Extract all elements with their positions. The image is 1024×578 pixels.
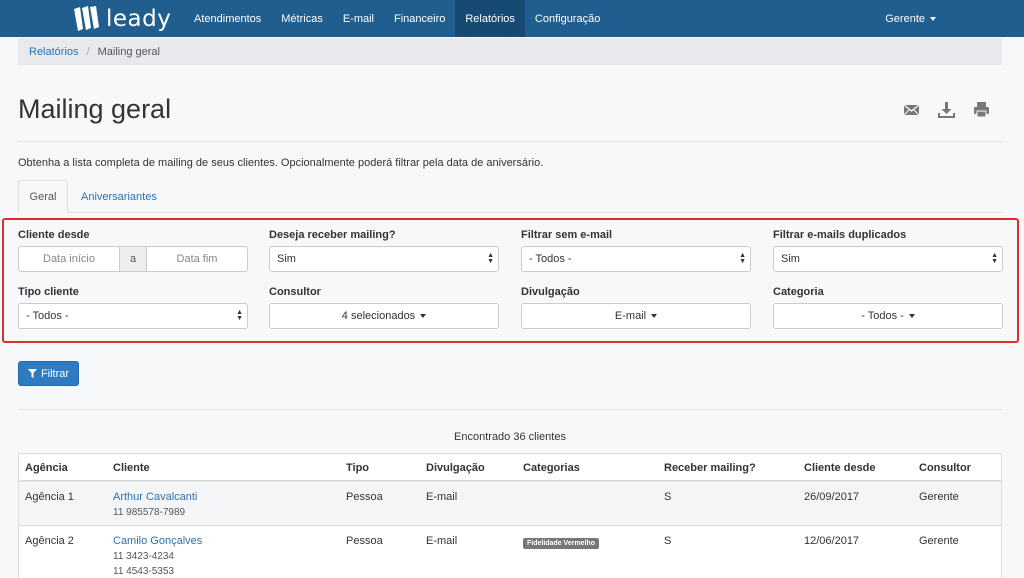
col-cliente-desde: Cliente desde xyxy=(804,462,876,474)
results-divider xyxy=(18,409,1002,410)
cliente-desde-range: Data início a Data fim xyxy=(18,246,248,272)
emails-duplicados-value: Sim xyxy=(781,253,800,265)
sem-email-value: - Todos - xyxy=(529,253,572,265)
receber-mailing-select[interactable]: Sim ▲ ▼ xyxy=(269,246,499,272)
client-link[interactable]: Camilo Gonçalves xyxy=(113,535,202,547)
col-consultor: Consultor xyxy=(919,462,971,474)
consultor-multiselect[interactable]: 4 selecionados xyxy=(269,303,499,329)
chevron-down-icon xyxy=(651,314,658,318)
cell-receber: S xyxy=(664,535,672,547)
receber-mailing-value: Sim xyxy=(277,253,296,265)
breadcrumb: Relatórios / Mailing geral xyxy=(18,38,1002,65)
emails-duplicados-select[interactable]: Sim ▲ ▼ xyxy=(773,246,1003,272)
results-count: Encontrado 36 clientes xyxy=(454,431,566,443)
cell-cliente: Arthur Cavalcanti 11 985578-7989 xyxy=(113,491,197,518)
category-badge: Fidelidade Vermelho xyxy=(523,538,600,549)
divulgacao-label: Divulgação xyxy=(521,286,580,298)
cell-agencia: Agência 2 xyxy=(25,535,74,547)
date-end-input[interactable]: Data fim xyxy=(146,246,248,272)
filter-icon xyxy=(27,369,37,378)
cliente-desde-label: Cliente desde xyxy=(18,229,90,241)
categoria-label: Categoria xyxy=(773,286,824,298)
divulgacao-multiselect[interactable]: E-mail xyxy=(521,303,751,329)
date-start-input[interactable]: Data início xyxy=(18,246,120,272)
col-agencia: Agência xyxy=(25,462,68,474)
clients-table: Agência Cliente Tipo Divulgação Categori… xyxy=(18,453,1002,578)
page-description: Obtenha a lista completa de mailing de s… xyxy=(18,157,544,169)
col-receber-mailing: Receber mailing? xyxy=(664,462,756,474)
nav-financeiro[interactable]: Financeiro xyxy=(384,0,455,37)
col-divulgacao: Divulgação xyxy=(426,462,485,474)
user-menu[interactable]: Gerente xyxy=(885,0,936,37)
filter-button[interactable]: Filtrar xyxy=(18,361,79,386)
table-row: Agência 2 Camilo Gonçalves 11 3423-4234 … xyxy=(19,527,1001,578)
date-range-addon: a xyxy=(120,246,146,272)
select-arrows-icon: ▲ ▼ xyxy=(739,252,746,265)
cell-divulgacao: E-mail xyxy=(426,491,458,503)
cell-categorias: Fidelidade Vermelho xyxy=(523,536,600,549)
report-tabs: Geral Aniversariantes xyxy=(18,180,1002,213)
download-icon[interactable] xyxy=(938,101,955,118)
categoria-value: - Todos - xyxy=(861,310,904,322)
nav-relatorios[interactable]: Relatórios xyxy=(455,0,525,37)
cell-cliente: Camilo Gonçalves 11 3423-4234 11 4543-53… xyxy=(113,535,202,577)
col-categorias: Categorias xyxy=(523,462,580,474)
tipo-cliente-select[interactable]: - Todos - ▲ ▼ xyxy=(18,303,248,329)
breadcrumb-separator: / xyxy=(86,45,90,58)
tab-geral[interactable]: Geral xyxy=(18,180,68,213)
cell-desde: 26/09/2017 xyxy=(804,491,860,503)
divulgacao-value: E-mail xyxy=(614,310,647,322)
col-cliente: Cliente xyxy=(113,462,150,474)
chevron-down-icon xyxy=(908,314,915,318)
tab-aniversariantes[interactable]: Aniversariantes xyxy=(69,180,169,213)
top-navbar: leady Atendimentos Métricas E-mail Finan… xyxy=(0,0,1024,37)
filter-button-label: Filtrar xyxy=(40,367,70,380)
cell-desde: 12/06/2017 xyxy=(804,535,860,547)
page-actions xyxy=(903,101,990,118)
table-row: Agência 1 Arthur Cavalcanti 11 985578-79… xyxy=(19,483,1001,526)
col-tipo: Tipo xyxy=(346,462,370,474)
cell-divulgacao: E-mail xyxy=(426,535,458,547)
sem-email-select[interactable]: - Todos - ▲ ▼ xyxy=(521,246,751,272)
cell-consultor: Gerente xyxy=(919,491,959,503)
cell-receber: S xyxy=(664,491,672,503)
sem-email-label: Filtrar sem e-mail xyxy=(521,229,613,241)
cell-tipo: Pessoa xyxy=(346,491,383,503)
receber-mailing-label: Deseja receber mailing? xyxy=(269,229,396,241)
nav-email[interactable]: E-mail xyxy=(333,0,384,37)
client-phone: 11 985578-7989 xyxy=(113,507,186,518)
email-icon[interactable] xyxy=(903,101,920,118)
client-phone: 11 4543-5353 xyxy=(113,566,174,577)
emails-duplicados-label: Filtrar e-mails duplicados xyxy=(773,229,907,241)
nav-metricas[interactable]: Métricas xyxy=(271,0,333,37)
print-icon[interactable] xyxy=(973,101,990,118)
select-arrows-icon: ▲ ▼ xyxy=(487,252,494,265)
breadcrumb-relatorios[interactable]: Relatórios xyxy=(29,46,79,58)
consultor-value: 4 selecionados xyxy=(341,310,416,322)
filters-panel: Cliente desde Data início a Data fim Des… xyxy=(2,218,1019,343)
table-header: Agência Cliente Tipo Divulgação Categori… xyxy=(19,454,1001,482)
cell-consultor: Gerente xyxy=(919,535,959,547)
cell-agencia: Agência 1 xyxy=(25,491,74,503)
nav-atendimentos[interactable]: Atendimentos xyxy=(184,0,271,37)
select-arrows-icon: ▲ ▼ xyxy=(236,309,243,322)
user-name: Gerente xyxy=(885,12,925,25)
title-divider xyxy=(18,141,1002,142)
leady-logo-icon xyxy=(74,5,99,31)
chevron-down-icon xyxy=(930,16,936,21)
chevron-down-icon xyxy=(420,314,427,318)
nav-configuracao[interactable]: Configuração xyxy=(525,0,610,37)
tipo-cliente-label: Tipo cliente xyxy=(18,286,79,298)
client-link[interactable]: Arthur Cavalcanti xyxy=(113,491,197,503)
brand-name: leady xyxy=(106,5,172,32)
breadcrumb-current: Mailing geral xyxy=(97,45,160,58)
tipo-cliente-value: - Todos - xyxy=(26,310,69,322)
select-arrows-icon: ▲ ▼ xyxy=(991,252,998,265)
client-phone: 11 3423-4234 xyxy=(113,551,174,562)
cell-tipo: Pessoa xyxy=(346,535,383,547)
page-title: Mailing geral xyxy=(18,94,172,124)
consultor-label: Consultor xyxy=(269,286,321,298)
categoria-multiselect[interactable]: - Todos - xyxy=(773,303,1003,329)
brand-logo[interactable]: leady xyxy=(72,0,184,37)
